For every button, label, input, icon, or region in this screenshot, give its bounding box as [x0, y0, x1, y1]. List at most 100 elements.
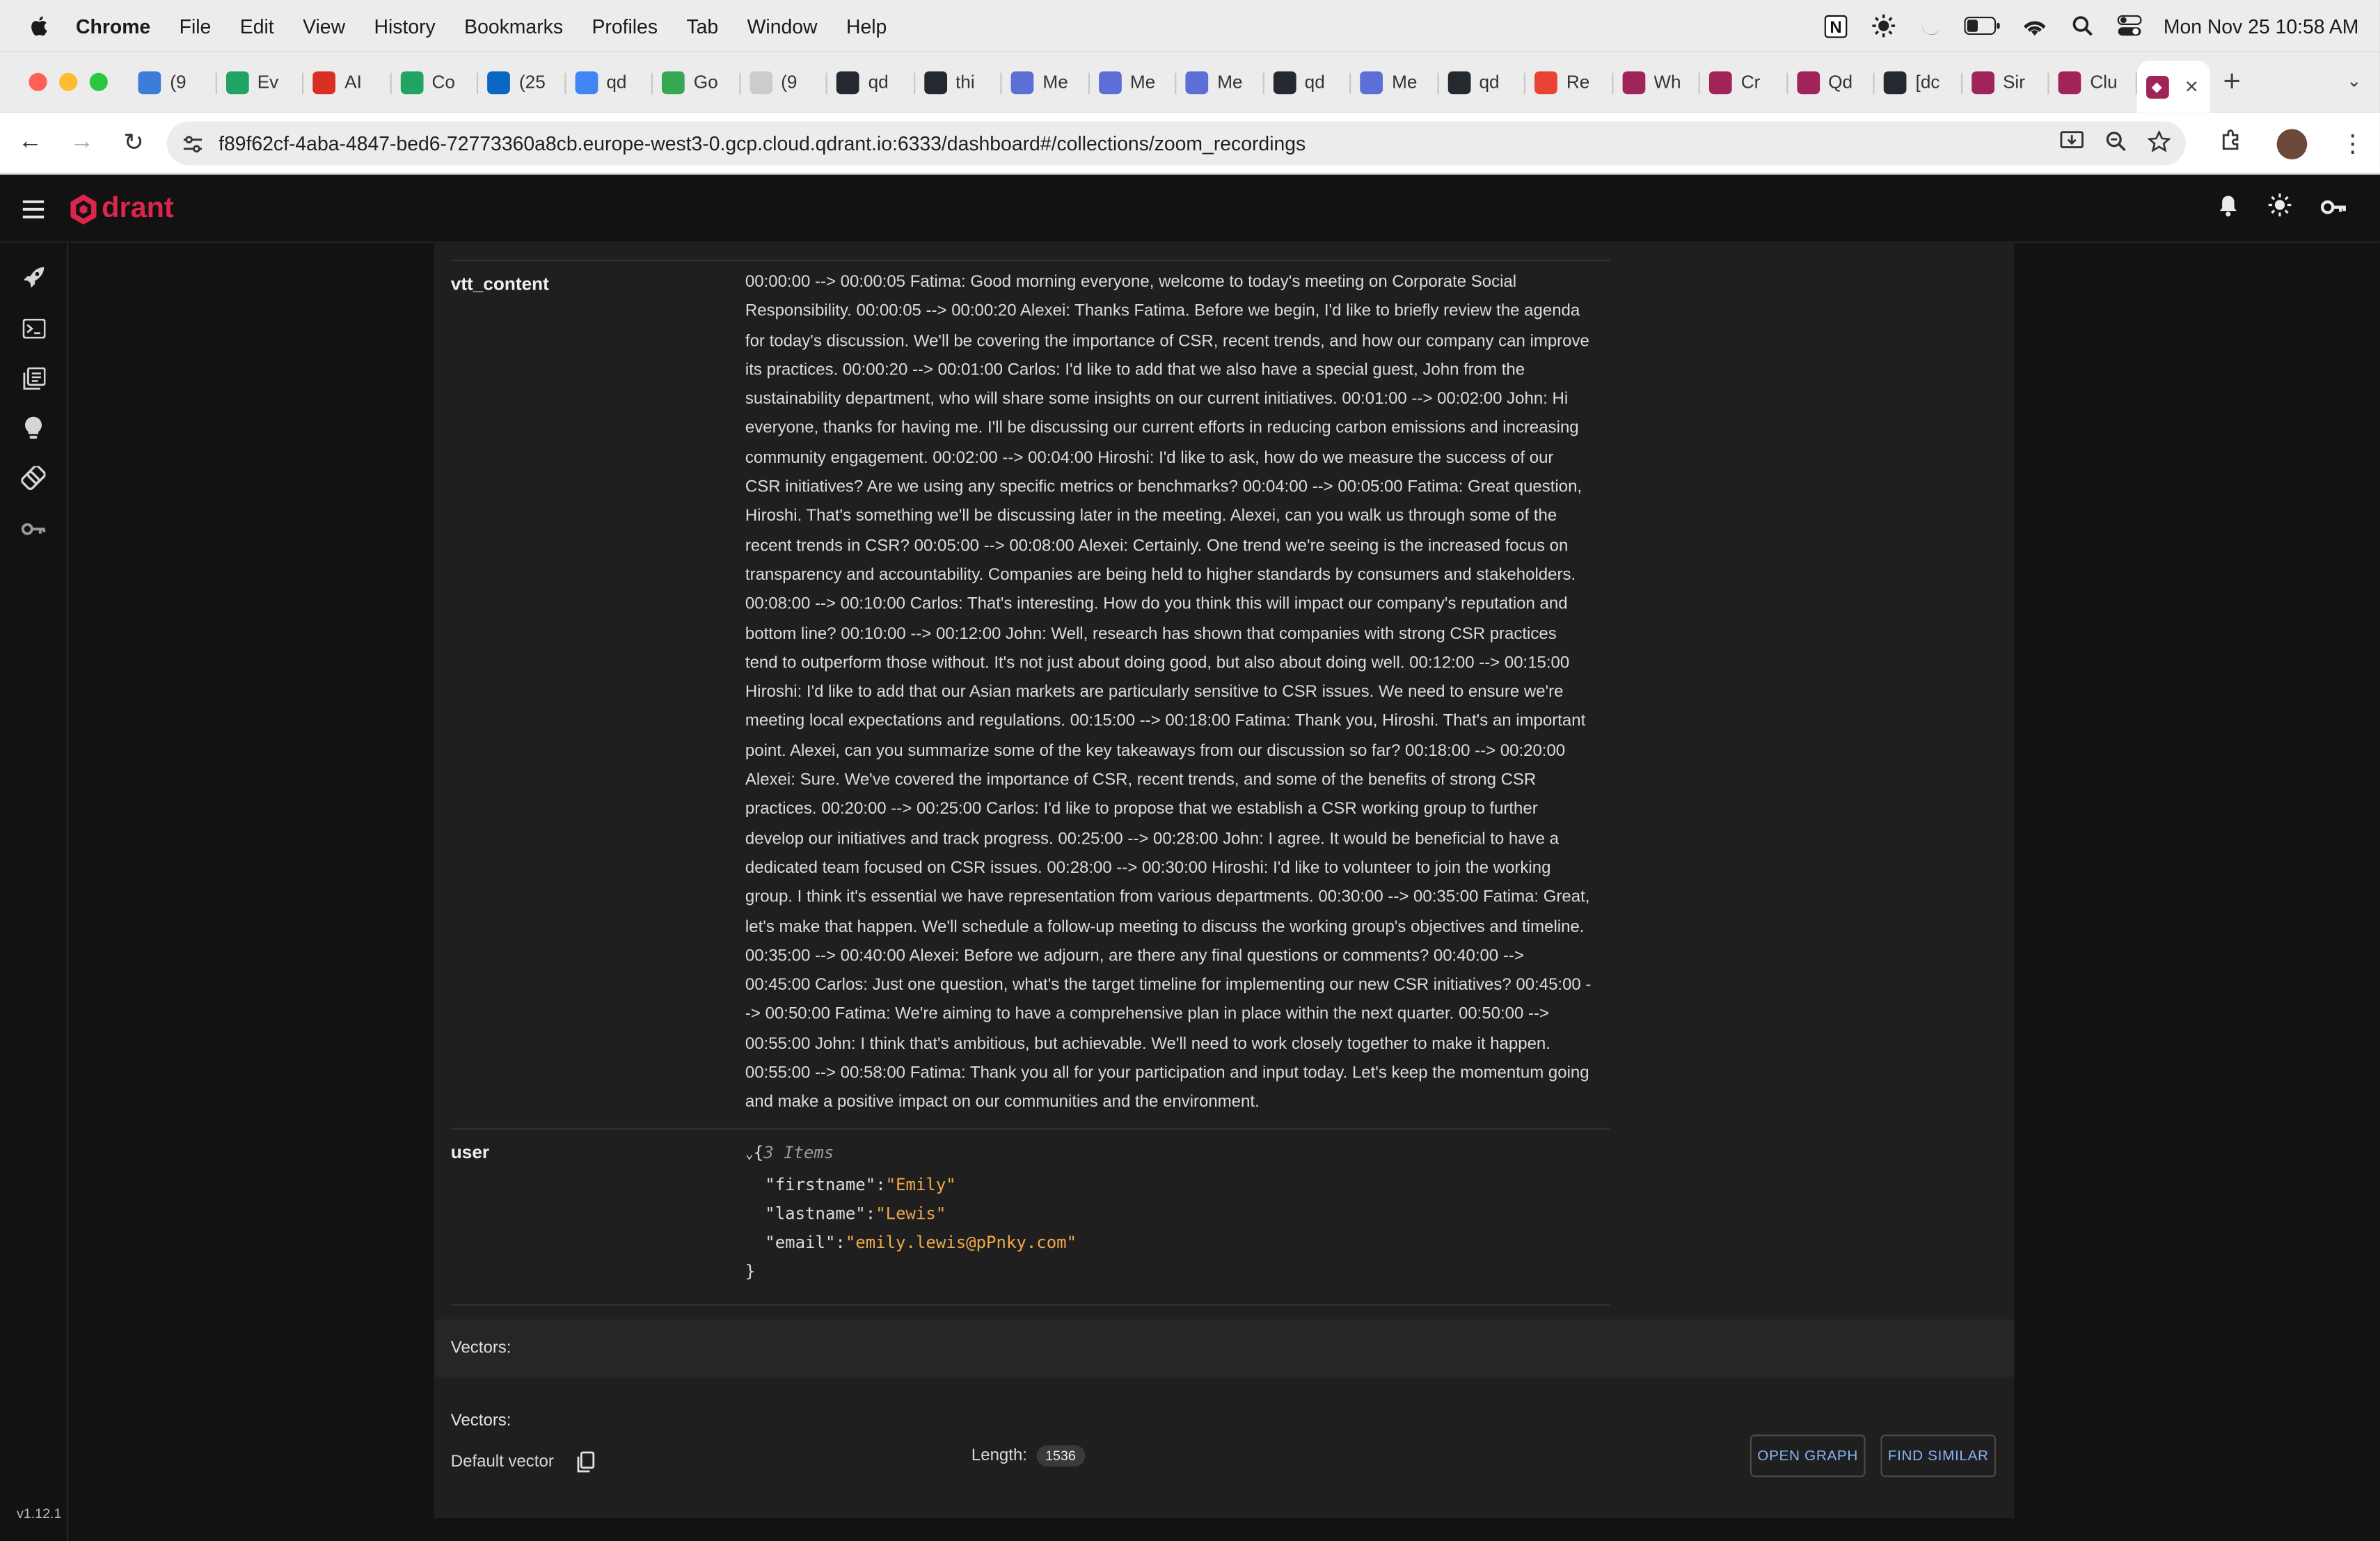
- tab-favicon-icon: [1621, 70, 1645, 94]
- menu-tab[interactable]: Tab: [686, 15, 718, 38]
- profile-avatar[interactable]: [2276, 128, 2308, 159]
- access-key-icon[interactable]: [19, 514, 47, 542]
- browser-tab[interactable]: Go: [653, 59, 740, 104]
- browser-tab[interactable]: qd: [1264, 59, 1351, 104]
- transcript-line: bottom line? 00:10:00 --> 00:12:00 John:…: [745, 624, 1557, 643]
- point-detail-panel: vtt_content 00:00:00 --> 00:00:05 Fatima…: [434, 242, 2015, 1519]
- tab-search-chevron-icon[interactable]: ⌄: [2347, 70, 2362, 91]
- json-string-value: "Emily": [885, 1174, 956, 1195]
- zoom-icon[interactable]: [2105, 131, 2127, 157]
- browser-tab[interactable]: thi: [914, 59, 1001, 104]
- browser-tab[interactable]: Co: [391, 59, 478, 104]
- bookmark-star-icon[interactable]: [2147, 129, 2172, 157]
- browser-tab[interactable]: AI: [303, 59, 390, 104]
- browser-tab[interactable]: Sir: [1962, 59, 2049, 104]
- copy-vector-icon[interactable]: [577, 1451, 595, 1473]
- tab-title: qd: [868, 71, 889, 93]
- address-bar[interactable]: f89f62cf-4aba-4847-bed6-72773360a8cb.eur…: [166, 121, 2186, 166]
- browser-tab[interactable]: qd: [827, 59, 914, 104]
- menu-help[interactable]: Help: [846, 15, 887, 38]
- tab-title: Qd: [1828, 71, 1853, 93]
- menu-view[interactable]: View: [303, 15, 345, 38]
- browser-tab[interactable]: Me: [1002, 59, 1089, 104]
- close-window-button[interactable]: [29, 72, 47, 91]
- browser-tab[interactable]: Wh: [1612, 59, 1699, 104]
- transcript-line: group. I think it's essential we have re…: [745, 888, 1590, 907]
- browser-tab[interactable]: (9: [129, 59, 216, 104]
- close-tab-icon[interactable]: ×: [2185, 74, 2198, 100]
- browser-tab[interactable]: Re: [1525, 59, 1612, 104]
- browser-tab[interactable]: Me: [1176, 59, 1263, 104]
- transcript-line: develop our initiatives and track progre…: [745, 830, 1559, 848]
- tutorial-lightbulb-icon[interactable]: [19, 414, 47, 441]
- browser-tab[interactable]: Me: [1351, 59, 1438, 104]
- transcript-line: community engagement. 00:02:00 --> 00:04…: [745, 449, 1554, 468]
- collections-stack-icon[interactable]: [19, 364, 47, 391]
- browser-tab[interactable]: qd: [1438, 59, 1525, 104]
- url-text[interactable]: f89f62cf-4aba-4847-bed6-72773360a8cb.eur…: [219, 132, 1306, 155]
- site-settings-icon[interactable]: [182, 133, 204, 155]
- menu-window[interactable]: Window: [747, 15, 818, 38]
- tab-favicon-icon: [1971, 70, 1994, 94]
- welcome-rocket-icon[interactable]: [19, 264, 47, 292]
- tab-title: AI: [344, 71, 362, 93]
- payload-row-vtt-content: vtt_content 00:00:00 --> 00:00:05 Fatima…: [450, 259, 1611, 1128]
- browser-tab[interactable]: (25: [478, 59, 565, 104]
- minimize-window-button[interactable]: [59, 72, 78, 91]
- open-graph-button[interactable]: OPEN GRAPH: [1750, 1435, 1866, 1478]
- console-terminal-icon[interactable]: [19, 314, 47, 341]
- menu-history[interactable]: History: [374, 15, 436, 38]
- menu-edit[interactable]: Edit: [240, 15, 274, 38]
- notion-icon[interactable]: N: [1823, 13, 1849, 39]
- collapse-chevron-icon[interactable]: ⌄: [745, 1147, 754, 1162]
- tab-favicon-icon: [1796, 70, 1820, 94]
- find-similar-button[interactable]: FIND SIMILAR: [1880, 1435, 1997, 1478]
- spotlight-search-icon[interactable]: [2070, 13, 2095, 39]
- browser-tab[interactable]: qd: [565, 59, 652, 104]
- control-center-icon[interactable]: [2116, 13, 2142, 39]
- chrome-menu-icon[interactable]: ⋮: [2340, 128, 2365, 159]
- api-key-icon[interactable]: [2320, 195, 2347, 222]
- theme-toggle-sun-icon[interactable]: [2268, 193, 2292, 225]
- tab-favicon-icon: [1447, 70, 1470, 94]
- transcript-line: transparency and accountability. Compani…: [745, 566, 1576, 585]
- tab-favicon-icon: [1098, 70, 1121, 94]
- browser-tab[interactable]: Me: [1089, 59, 1176, 104]
- browser-tab[interactable]: Clu: [2049, 59, 2136, 104]
- qdrant-logo[interactable]: drant: [68, 192, 174, 226]
- moon-icon[interactable]: [1918, 13, 1944, 39]
- vector-length-label: Length:: [971, 1446, 1027, 1465]
- install-app-icon[interactable]: [2060, 131, 2084, 157]
- back-arrow-icon[interactable]: ←: [18, 129, 42, 155]
- reload-icon[interactable]: ↻: [121, 131, 145, 157]
- menu-app-name[interactable]: Chrome: [76, 15, 150, 38]
- extensions-puzzle-icon[interactable]: [2219, 127, 2244, 159]
- datasets-icon[interactable]: [19, 464, 47, 491]
- brightness-icon[interactable]: [1871, 13, 1896, 39]
- browser-tab[interactable]: (9: [740, 59, 827, 104]
- tab-title: Sir: [2002, 71, 2025, 93]
- menu-profiles[interactable]: Profiles: [592, 15, 658, 38]
- transcript-line: 00:00:00 --> 00:00:05 Fatima: Good morni…: [745, 273, 1517, 292]
- forward-arrow-icon[interactable]: →: [70, 129, 94, 155]
- menu-bookmarks[interactable]: Bookmarks: [464, 15, 563, 38]
- vectors-label: Vectors:: [450, 1412, 511, 1430]
- hamburger-menu-icon[interactable]: [22, 199, 45, 218]
- tab-title: Me: [1217, 71, 1243, 93]
- browser-tab-active[interactable]: ◆ ×: [2136, 61, 2210, 113]
- browser-tab[interactable]: Cr: [1700, 59, 1787, 104]
- menubar-clock[interactable]: Mon Nov 25 10:58 AM: [2164, 15, 2359, 38]
- wifi-icon[interactable]: [2022, 13, 2048, 39]
- notification-bell-icon[interactable]: [2218, 193, 2239, 224]
- browser-tab[interactable]: Qd: [1787, 59, 1874, 104]
- tab-title: (9: [170, 71, 187, 93]
- menu-file[interactable]: File: [180, 15, 212, 38]
- browser-tab[interactable]: Ev: [216, 59, 303, 104]
- browser-tab[interactable]: [dc: [1875, 59, 1962, 104]
- vector-name: Default vector: [450, 1453, 554, 1471]
- zoom-window-button[interactable]: [89, 72, 108, 91]
- apple-icon[interactable]: [27, 14, 51, 38]
- transcript-line: Alexei: Sure. We've covered the importan…: [745, 771, 1537, 790]
- new-tab-button[interactable]: +: [2210, 65, 2255, 100]
- battery-icon[interactable]: [1965, 13, 2001, 39]
